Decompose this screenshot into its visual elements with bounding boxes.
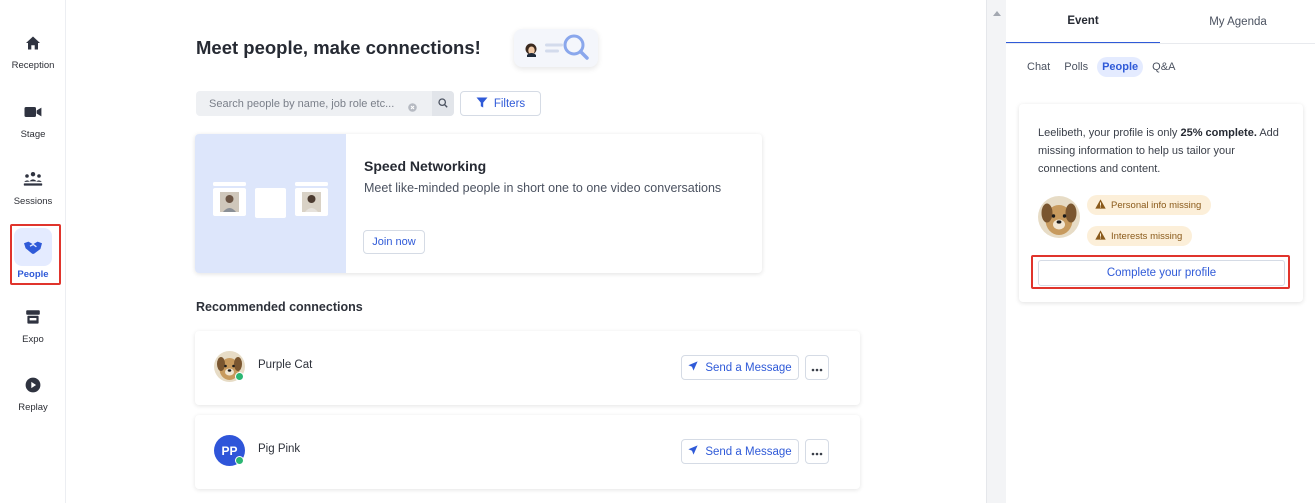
search-button[interactable] [432,91,454,116]
more-options-button[interactable] [805,355,829,380]
send-arrow-icon [688,445,698,458]
left-navigation: Reception Stage Sessions People Expo Rep… [0,0,66,503]
nav-item-stage[interactable]: Stage [0,101,66,140]
send-arrow-icon [688,361,698,374]
warning-triangle-icon [1095,229,1106,243]
sub-tab-people[interactable]: People [1097,57,1144,77]
speed-networking-card: Speed Networking Meet like-minded people… [195,134,762,273]
warning-triangle-icon [1095,198,1106,212]
send-message-button[interactable]: Send a Message [681,439,799,464]
send-message-label: Send a Message [705,445,792,458]
handshake-icon [14,228,52,266]
play-circle-icon [22,374,44,396]
send-message-label: Send a Message [705,361,792,374]
speed-networking-description: Meet like-minded people in short one to … [364,181,722,195]
filters-button[interactable]: Filters [460,91,541,116]
nav-item-sessions[interactable]: Sessions [0,168,66,207]
video-camera-icon [22,101,44,123]
online-status-indicator [235,372,244,381]
connection-name[interactable]: Purple Cat [258,359,312,371]
filter-funnel-icon [476,97,488,111]
clear-search-icon[interactable] [408,99,417,112]
people-search-illustration [514,29,598,67]
nav-item-expo[interactable]: Expo [0,306,66,345]
tab-divider [1006,43,1315,44]
people-search-input[interactable] [209,97,405,110]
nav-item-reception[interactable]: Reception [0,32,66,71]
recommended-connections-title: Recommended connections [196,300,363,314]
more-options-button[interactable] [805,439,829,464]
avatar [1038,196,1080,238]
sub-tab-qa[interactable]: Q&A [1147,57,1180,77]
profile-completion-percent: 25% complete. [1180,127,1257,139]
search-icon [438,95,448,113]
complete-profile-button[interactable]: Complete your profile [1038,260,1285,286]
scroll-up-arrow-icon[interactable] [993,11,1001,16]
warning-badge-label: Interests missing [1111,230,1183,242]
more-dots-icon [811,360,823,375]
main-scrollbar[interactable] [986,0,1006,503]
nav-item-label: Expo [22,334,44,345]
home-icon [22,32,44,54]
nav-item-label: Sessions [13,196,53,207]
booth-icon [22,306,44,328]
warning-badge-label: Personal info missing [1111,199,1202,211]
tab-event[interactable]: Event [1006,0,1160,44]
connection-card: PP Pig Pink Send a Message [195,415,860,489]
warning-badge: Interests missing [1087,226,1193,246]
speed-networking-title: Speed Networking [364,158,487,174]
more-dots-icon [811,444,823,459]
speed-networking-illustration [195,134,346,273]
nav-item-label: Reception [11,60,55,71]
connection-card: Purple Cat Send a Message [195,331,860,405]
connection-name[interactable]: Pig Pink [258,443,300,455]
group-icon [22,168,44,190]
profile-completion-card: Leelibeth, your profile is only 25% comp… [1019,104,1303,302]
online-status-indicator [235,456,244,465]
sub-tabs: Chat Polls People Q&A [1022,57,1180,77]
join-now-button[interactable]: Join now [363,230,425,254]
sub-tab-chat[interactable]: Chat [1022,57,1055,77]
page-title: Meet people, make connections! [196,37,481,58]
nav-item-people[interactable]: People [0,228,66,280]
main-content: Meet people, make connections! Filters [66,0,986,503]
nav-item-label: Stage [20,129,46,140]
filters-label: Filters [493,97,526,110]
warning-badge: Personal info missing [1087,195,1212,215]
sub-tab-polls[interactable]: Polls [1059,57,1093,77]
nav-item-label: People [17,269,49,280]
send-message-button[interactable]: Send a Message [681,355,799,380]
profile-completion-text: Leelibeth, your profile is only 25% comp… [1038,127,1279,175]
nav-item-replay[interactable]: Replay [0,374,66,413]
people-search-bar [196,91,454,116]
right-panel: Event My Agenda Chat Polls People Q&A Le… [1006,0,1315,503]
nav-item-label: Replay [18,402,48,413]
tab-my-agenda[interactable]: My Agenda [1161,0,1315,44]
